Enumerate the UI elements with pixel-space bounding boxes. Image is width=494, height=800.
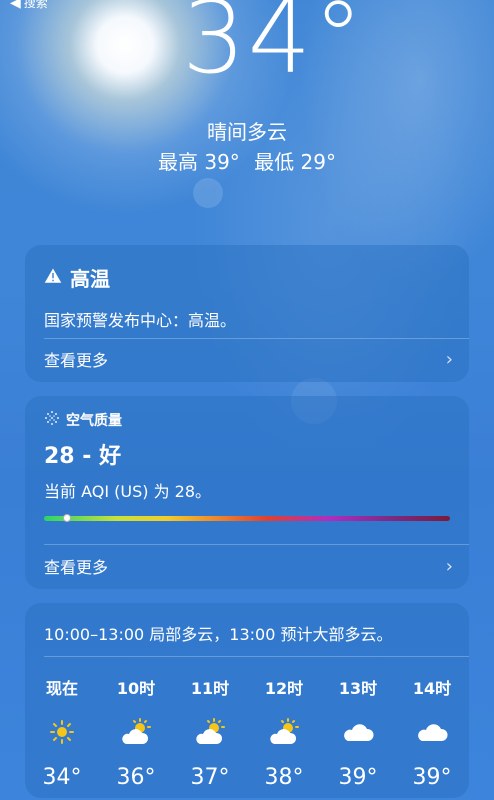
air-quality-more-link[interactable]: 查看更多 › [44,554,453,578]
warning-icon [44,266,62,290]
chevron-right-icon: › [445,555,453,577]
hourly-temperature: 39° [338,765,378,790]
divider [44,338,469,339]
alert-title-row: 高温 [44,263,110,292]
hourly-item: 12时 38° [247,675,321,790]
air-quality-header: 空气质量 [44,410,122,430]
hourly-time: 10时 [116,679,156,698]
aqi-scale-bar [44,516,450,521]
chevron-left-icon: ◀ [10,0,21,11]
divider [44,656,469,657]
divider [44,544,469,545]
alert-more-link[interactable]: 查看更多 › [44,347,453,371]
hourly-temperature: 39° [412,765,452,790]
aqi-indicator-dot [62,514,71,522]
lens-flare [193,178,223,208]
cloud-icon [341,711,375,753]
hourly-forecast-list: 现在 34° 10时 36° 11时 37° 12时 38° 13时 39° 14时 39° [25,675,469,790]
hourly-temperature: 34° [42,765,82,790]
high-low: 最高 39° 最低 29° [0,146,494,175]
hourly-item: 14时 39° [395,675,469,790]
hourly-temperature: 36° [116,765,156,790]
low-temperature: 最低 29° [254,150,336,174]
air-quality-more-label: 查看更多 [44,558,109,577]
back-label: 搜索 [23,0,48,10]
alert-body: 国家预警发布中心：高温。 [44,311,237,330]
partly-cloudy-icon [118,711,154,753]
hourly-item: 现在 34° [25,675,99,790]
current-temperature: 34° [182,0,366,96]
partly-cloudy-icon [192,711,228,753]
hourly-item: 11时 37° [173,675,247,790]
hourly-time: 14时 [412,679,452,698]
hourly-temperature: 38° [264,765,304,790]
air-quality-header-label: 空气质量 [66,413,122,429]
partly-cloudy-icon [266,711,302,753]
air-quality-icon [44,410,60,430]
aqi-value: 28 - 好 [44,444,122,469]
alert-card[interactable]: 高温 国家预警发布中心：高温。 查看更多 › [25,245,469,382]
alert-title: 高温 [70,267,110,291]
hourly-time: 现在 [45,679,78,698]
alert-more-label: 查看更多 [44,351,109,370]
hourly-time: 13时 [338,679,378,698]
back-button[interactable]: ◀ 搜索 [10,0,48,11]
hourly-time: 12时 [264,679,304,698]
hourly-temperature: 37° [190,765,230,790]
hourly-item: 13时 39° [321,675,395,790]
chevron-right-icon: › [445,348,453,370]
hourly-forecast-card: 10:00–13:00 局部多云，13:00 预计大部多云。 现在 34° 10时 3… [25,603,469,798]
hourly-summary: 10:00–13:00 局部多云，13:00 预计大部多云。 [44,625,393,644]
sun-icon [49,711,75,753]
cloud-icon [415,711,449,753]
air-quality-card[interactable]: 空气质量 28 - 好 当前 AQI (US) 为 28。 查看更多 › [25,396,469,589]
high-temperature: 最高 39° [158,150,240,174]
aqi-description: 当前 AQI (US) 为 28。 [44,482,212,501]
current-condition: 晴间多云 [207,120,287,144]
hourly-item: 10时 36° [99,675,173,790]
hourly-time: 11时 [190,679,230,698]
